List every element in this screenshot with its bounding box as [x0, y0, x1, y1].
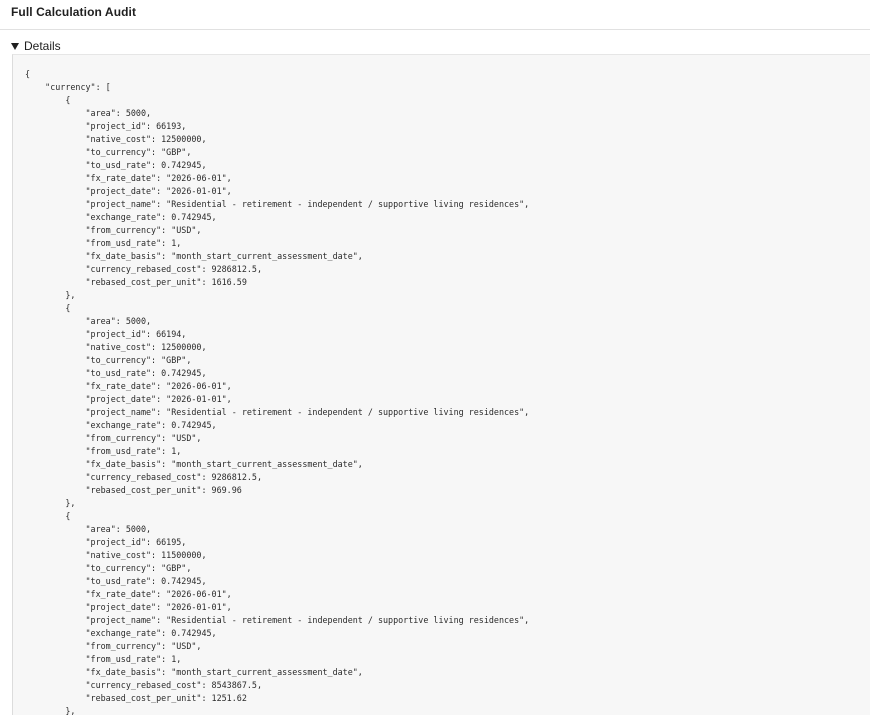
code-line: "native_cost": 11500000, [25, 550, 207, 560]
code-line: }, [25, 498, 76, 508]
code-line: "from_currency": "USD", [25, 433, 202, 443]
code-line: "project_id": 66194, [25, 329, 187, 339]
code-line: "to_usd_rate": 0.742945, [25, 368, 207, 378]
code-line: "currency_rebased_cost": 8543867.5, [25, 680, 262, 690]
details-label: Details [24, 39, 61, 53]
code-line: "project_name": "Residential - retiremen… [25, 199, 530, 209]
code-line: "from_currency": "USD", [25, 641, 202, 651]
code-line: "project_date": "2026-01-01", [25, 394, 232, 404]
code-line: }, [25, 706, 76, 715]
code-line: "from_usd_rate": 1, [25, 446, 182, 456]
code-line: "to_currency": "GBP", [25, 355, 192, 365]
code-line: "fx_date_basis": "month_start_current_as… [25, 667, 363, 677]
code-line: "project_name": "Residential - retiremen… [25, 615, 530, 625]
page-header: Full Calculation Audit [0, 0, 870, 30]
json-code-panel[interactable]: { "currency": [ { "area": 5000, "project… [12, 54, 870, 715]
code-line: }, [25, 290, 76, 300]
json-code-block: { "currency": [ { "area": 5000, "project… [25, 68, 529, 715]
code-line: "rebased_cost_per_unit": 969.96 [25, 485, 242, 495]
code-line: "rebased_cost_per_unit": 1616.59 [25, 277, 247, 287]
code-line: "fx_rate_date": "2026-06-01", [25, 381, 232, 391]
code-line: "project_id": 66195, [25, 537, 187, 547]
code-line: { [25, 69, 31, 79]
code-line: "to_usd_rate": 0.742945, [25, 160, 207, 170]
code-line: "from_currency": "USD", [25, 225, 202, 235]
code-line: "fx_date_basis": "month_start_current_as… [25, 251, 363, 261]
code-line: "native_cost": 12500000, [25, 134, 207, 144]
code-line: "project_id": 66193, [25, 121, 187, 131]
details-section: Details { "currency": [ { "area": 5000, … [0, 31, 870, 715]
code-line: "to_currency": "GBP", [25, 147, 192, 157]
code-line: "project_date": "2026-01-01", [25, 186, 232, 196]
code-line: "area": 5000, [25, 108, 152, 118]
code-line: "currency_rebased_cost": 9286812.5, [25, 264, 262, 274]
code-line: "to_usd_rate": 0.742945, [25, 576, 207, 586]
code-line: "project_name": "Residential - retiremen… [25, 407, 530, 417]
details-toggle[interactable]: Details [11, 38, 61, 54]
page-title: Full Calculation Audit [11, 5, 137, 19]
code-line: "from_usd_rate": 1, [25, 238, 182, 248]
code-line: { [25, 95, 71, 105]
code-line: "from_usd_rate": 1, [25, 654, 182, 664]
code-line: "rebased_cost_per_unit": 1251.62 [25, 693, 247, 703]
code-line: "fx_rate_date": "2026-06-01", [25, 589, 232, 599]
code-line: "area": 5000, [25, 524, 152, 534]
code-line: "fx_rate_date": "2026-06-01", [25, 173, 232, 183]
code-line: "fx_date_basis": "month_start_current_as… [25, 459, 363, 469]
code-line: { [25, 511, 71, 521]
code-line: "project_date": "2026-01-01", [25, 602, 232, 612]
disclosure-triangle-icon [11, 43, 19, 50]
code-line: { [25, 303, 71, 313]
code-line: "exchange_rate": 0.742945, [25, 628, 217, 638]
code-line: "exchange_rate": 0.742945, [25, 212, 217, 222]
code-line: "to_currency": "GBP", [25, 563, 192, 573]
code-line: "currency": [ [25, 82, 111, 92]
code-line: "exchange_rate": 0.742945, [25, 420, 217, 430]
code-line: "currency_rebased_cost": 9286812.5, [25, 472, 262, 482]
code-line: "area": 5000, [25, 316, 152, 326]
code-line: "native_cost": 12500000, [25, 342, 207, 352]
